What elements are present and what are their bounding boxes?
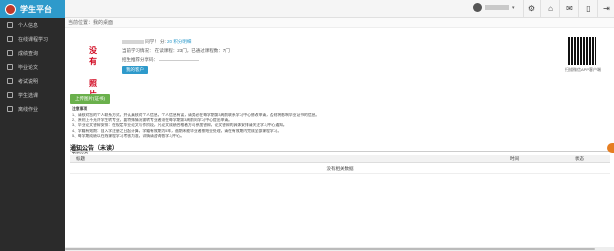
promo-code-row: 招生推荐分享码：	[122, 55, 230, 64]
gear-icon[interactable]: ⚙	[527, 4, 536, 13]
status-text: 在读课程：23门，已通过课程数：7门	[154, 48, 230, 53]
info-icon	[7, 78, 13, 84]
divider	[70, 151, 610, 152]
score-prefix: 分:	[160, 39, 168, 44]
sidebar-item-profile[interactable]: 个人信息	[0, 18, 65, 32]
sidebar-item-label: 学生选课	[18, 92, 39, 99]
notes-section: 注意事项 1、请核对您的个人联系方式，并认真核对个人信息，个人信息有误，请务必在…	[72, 107, 602, 139]
sidebar-item-label: 在线课程学习	[18, 36, 49, 43]
divider	[559, 0, 560, 18]
greeting-row: 同学！ 分: 20 积分明细	[122, 37, 230, 46]
home-icon[interactable]: ⌂	[546, 4, 555, 13]
column-title: 标题	[76, 156, 85, 161]
promo-label: 招生推荐分享码：	[122, 57, 158, 62]
chevron-down-icon: ▾	[512, 4, 515, 11]
sidebar-item-courses[interactable]: 在线课程学习	[0, 32, 65, 46]
empty-message: 没有相关数据	[70, 165, 610, 174]
username-redacted	[485, 5, 509, 10]
user-menu[interactable]: ▾	[473, 3, 515, 12]
floating-help-tab[interactable]	[607, 143, 614, 153]
sidebar-item-label: 毕业论文	[18, 64, 39, 71]
logo-icon	[5, 3, 16, 15]
divider	[540, 0, 541, 18]
sidebar-item-label: 离线作业	[18, 106, 39, 113]
edit-icon	[7, 106, 13, 112]
score-detail-link[interactable]: 积分明细	[173, 39, 191, 44]
divider	[578, 0, 579, 18]
divider	[523, 0, 524, 18]
logout-icon[interactable]: ⇥	[602, 4, 611, 13]
promo-code-field	[159, 60, 200, 61]
chart-icon	[7, 50, 13, 56]
app-header: 学生平台	[0, 0, 65, 18]
note-line: 5、每学期成绩以在线课程学习考核为准，详情请咨询各学习中心。	[72, 133, 185, 138]
study-status-row: 当前学习情况： 在读课程：23门，已通过课程数：7门	[122, 46, 230, 55]
sidebar: 学生平台 个人信息 在线课程学习 成绩查询 毕业论文 考试说明 学生选课 离线作…	[0, 0, 65, 251]
divider	[597, 0, 598, 18]
qr-code	[568, 37, 596, 65]
avatar	[473, 3, 482, 12]
my-customers-button[interactable]: 我的客户	[122, 66, 148, 74]
qr-caption: 扫描微信APP客户端	[564, 67, 601, 72]
score-value: 20	[167, 39, 173, 44]
book-icon	[7, 36, 13, 42]
notes-heading: 注意事项	[72, 107, 88, 111]
upload-certificate-button[interactable]: 上传图片(证书)	[70, 94, 110, 104]
horizontal-scrollbar[interactable]	[65, 247, 614, 251]
mobile-icon[interactable]: ▯	[584, 4, 593, 13]
photo-text-line1: 没 有	[89, 46, 101, 66]
list-icon	[7, 92, 13, 98]
mail-icon[interactable]: ✉	[565, 4, 574, 13]
status-label: 当前学习情况：	[122, 48, 154, 53]
profile-info: 同学！ 分: 20 积分明细 当前学习情况： 在读课程：23门，已通过课程数：7…	[122, 37, 230, 74]
sidebar-item-label: 成绩查询	[18, 50, 39, 57]
scrollbar-thumb[interactable]	[65, 248, 595, 250]
sidebar-item-label: 个人信息	[18, 22, 39, 29]
sidebar-item-grades[interactable]: 成绩查询	[0, 46, 65, 60]
profile-photo-placeholder: 没 有 照 片	[80, 40, 110, 99]
student-name-redacted	[122, 39, 144, 44]
breadcrumb: 当前位置：我的桌面	[65, 18, 614, 28]
sidebar-item-homework[interactable]: 离线作业	[0, 102, 65, 116]
column-time: 时间	[510, 156, 519, 161]
table-header: 标题 时间 状态	[70, 155, 610, 163]
greeting-suffix: 同学！	[145, 39, 159, 44]
sidebar-item-label: 考试说明	[18, 78, 39, 85]
user-icon	[7, 22, 13, 28]
sidebar-item-course-select[interactable]: 学生选课	[0, 88, 65, 102]
sidebar-item-thesis[interactable]: 毕业论文	[0, 60, 65, 74]
sidebar-item-exam[interactable]: 考试说明	[0, 74, 65, 88]
top-bar: ▾ ⚙ ⌂ ✉ ▯ ⇥	[65, 0, 614, 18]
app-title: 学生平台	[20, 4, 52, 14]
document-icon	[7, 64, 13, 70]
column-status: 状态	[575, 156, 584, 161]
